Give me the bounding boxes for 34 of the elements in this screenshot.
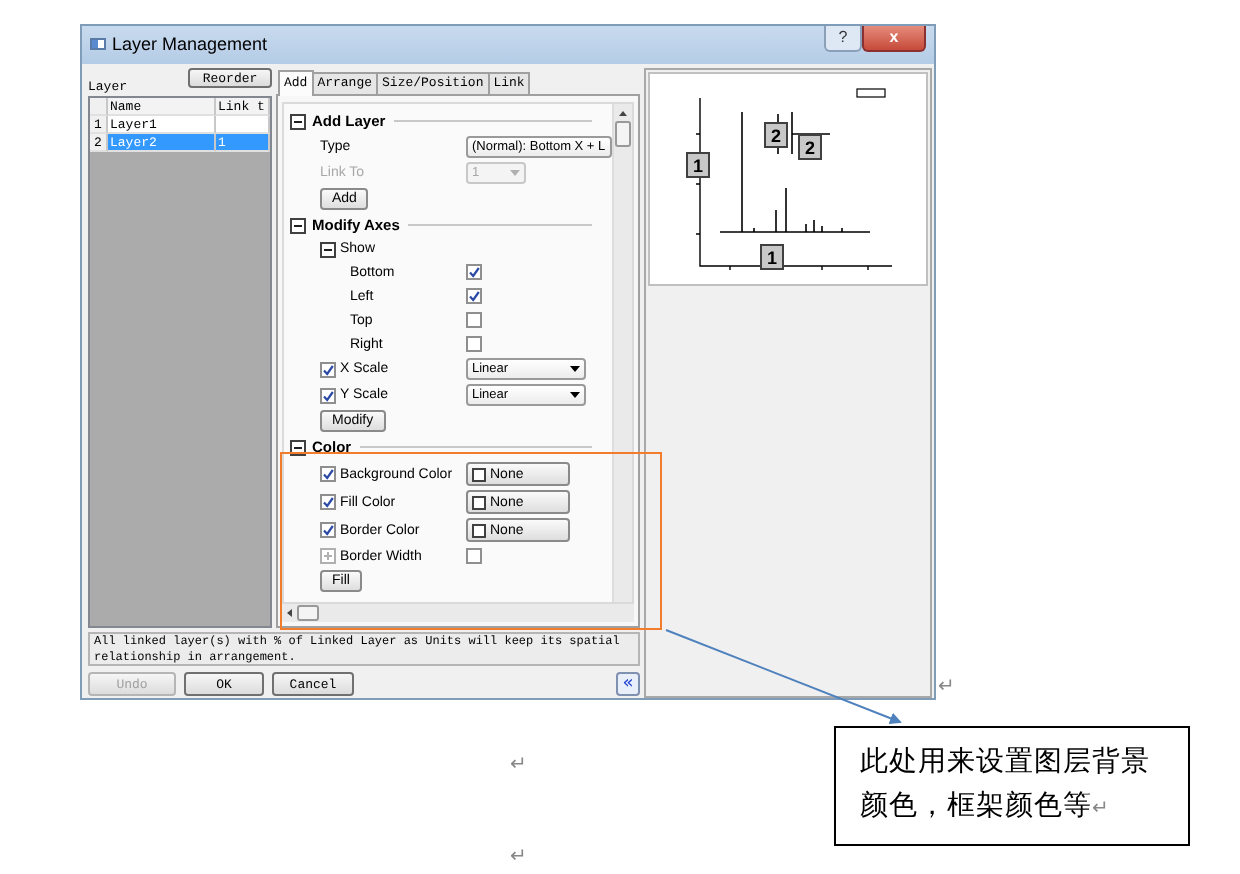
checkbox[interactable] xyxy=(320,387,336,403)
paragraph-mark: ↵ xyxy=(1092,798,1110,820)
caret-icon xyxy=(510,170,520,176)
caret-icon xyxy=(570,392,580,398)
checkbox[interactable] xyxy=(320,361,336,377)
collapse-button[interactable]: « xyxy=(616,672,640,696)
paragraph-mark: ↵ xyxy=(938,678,955,698)
expander-icon[interactable] xyxy=(320,241,336,257)
checkbox[interactable] xyxy=(466,336,482,352)
expander-icon[interactable] xyxy=(290,217,306,233)
checkbox[interactable] xyxy=(466,264,482,280)
checkbox[interactable] xyxy=(466,312,482,328)
checkbox[interactable] xyxy=(320,466,336,482)
caret-icon xyxy=(570,366,580,372)
horizontal-scrollbar[interactable] xyxy=(282,604,634,622)
swatch-icon xyxy=(472,523,486,537)
checkbox[interactable] xyxy=(466,548,482,564)
window-title: Layer Management xyxy=(112,32,268,58)
checkbox[interactable] xyxy=(320,522,336,538)
window-icon xyxy=(90,38,106,50)
vertical-scrollbar[interactable] xyxy=(612,104,632,602)
layer-badge: 1 xyxy=(686,152,710,178)
callout-text: 此处用来设置图层背景颜色，框架颜色等↵ xyxy=(860,744,1152,826)
swatch-icon xyxy=(472,495,486,509)
swatch-icon xyxy=(472,467,486,481)
checkbox[interactable] xyxy=(320,494,336,510)
paragraph-mark: ↵ xyxy=(510,848,527,868)
expander-icon[interactable] xyxy=(290,113,306,129)
help-button[interactable]: ? xyxy=(824,26,862,52)
layer-badge: 1 xyxy=(760,244,784,270)
paragraph-mark: ↵ xyxy=(510,756,527,776)
layer-badge: 2 xyxy=(764,122,788,148)
layer-badge: 2 xyxy=(798,134,822,160)
checkbox[interactable] xyxy=(466,288,482,304)
